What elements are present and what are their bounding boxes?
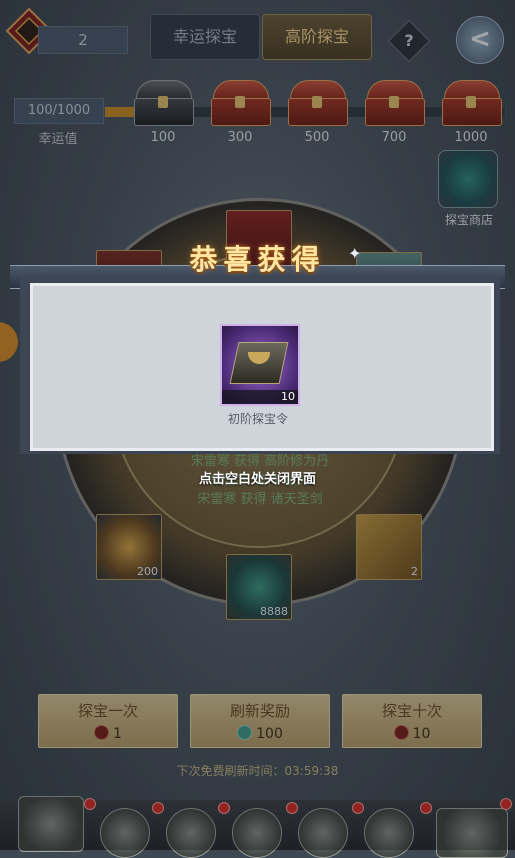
- sparkle-icon: ✦: [348, 244, 362, 263]
- reward-item-qty: 10: [281, 390, 295, 403]
- reward-item-name: 初阶探宝令: [227, 412, 288, 426]
- close-hint: 点击空白处关闭界面: [198, 472, 316, 487]
- reward-item-card[interactable]: 10: [220, 324, 300, 406]
- popup-title: 恭喜获得: [189, 243, 326, 276]
